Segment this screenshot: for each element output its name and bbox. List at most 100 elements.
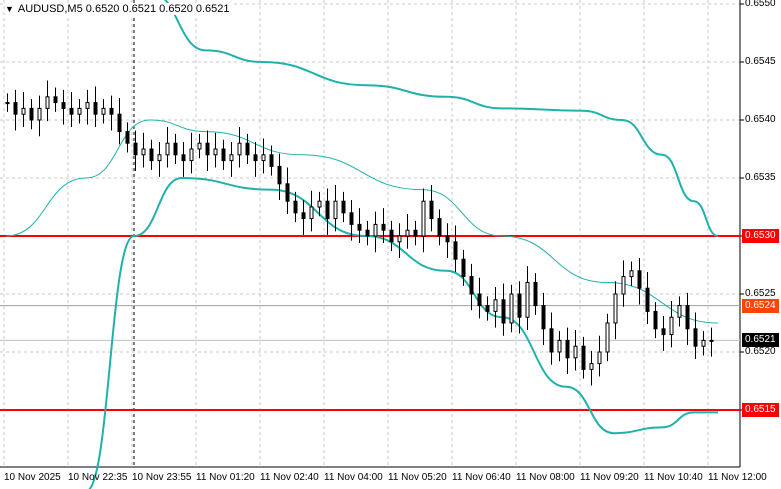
candle-body bbox=[37, 107, 42, 121]
candle-body bbox=[221, 148, 226, 162]
candle-body bbox=[101, 107, 106, 115]
x-tick-label: 10 Nov 2025 bbox=[4, 472, 61, 483]
candle-body bbox=[669, 316, 674, 336]
y-tick-label: 0.6545 bbox=[745, 56, 776, 67]
candle-body bbox=[173, 142, 178, 156]
x-tick-label: 11 Nov 01:20 bbox=[196, 472, 255, 483]
chart-title: ▼ AUDUSD,M5 0.6520 0.6521 0.6520 0.6521 bbox=[5, 3, 233, 15]
candle-body bbox=[165, 142, 170, 156]
symbol-label: AUDUSD,M5 bbox=[17, 3, 83, 15]
candle-body bbox=[285, 183, 290, 202]
price-chart[interactable] bbox=[0, 0, 781, 489]
candle-body bbox=[629, 270, 634, 278]
candle-body bbox=[509, 293, 514, 324]
candle-body bbox=[253, 154, 258, 162]
bollinger-middle-band bbox=[5, 119, 719, 324]
candle-body bbox=[205, 142, 210, 156]
candle-body bbox=[133, 142, 138, 156]
candle-body bbox=[485, 305, 490, 312]
candle-body bbox=[197, 142, 202, 150]
candle-body bbox=[277, 165, 282, 185]
candle-body bbox=[517, 293, 522, 318]
candle-body bbox=[21, 107, 26, 115]
x-tick-label: 11 Nov 05:20 bbox=[388, 472, 447, 483]
candle-body bbox=[461, 258, 466, 278]
candle-body bbox=[53, 96, 58, 104]
y-tick-label: 0.6540 bbox=[745, 114, 776, 125]
candle-body bbox=[213, 148, 218, 156]
candle-body bbox=[501, 299, 506, 324]
candle-body bbox=[349, 212, 354, 225]
candle-body bbox=[541, 305, 546, 330]
candle-body bbox=[261, 154, 266, 162]
x-tick-label: 11 Nov 02:40 bbox=[260, 472, 319, 483]
candle-body bbox=[605, 322, 610, 353]
candle-body bbox=[701, 339, 706, 347]
candle-body bbox=[405, 229, 410, 237]
candle-body bbox=[421, 200, 426, 237]
candle-body bbox=[581, 345, 586, 370]
candle-body bbox=[325, 200, 330, 220]
candle-body bbox=[621, 276, 626, 295]
candle-body bbox=[109, 107, 114, 115]
candle-body bbox=[445, 235, 450, 243]
candle-body bbox=[589, 363, 594, 370]
price-label: 0.6524 bbox=[742, 298, 779, 313]
x-tick-label: 11 Nov 10:40 bbox=[644, 472, 703, 483]
candle-body bbox=[149, 148, 154, 162]
candle-body bbox=[653, 310, 658, 330]
candle-body bbox=[317, 200, 322, 208]
candle-body bbox=[661, 328, 666, 336]
candle-body bbox=[685, 305, 690, 330]
candle-body bbox=[77, 107, 82, 115]
candle-body bbox=[557, 339, 562, 353]
candle-body bbox=[269, 154, 274, 167]
candle-body bbox=[69, 107, 74, 115]
candle-body bbox=[229, 154, 234, 162]
x-tick-label: 10 Nov 22:35 bbox=[68, 472, 128, 483]
candle-body bbox=[493, 299, 498, 312]
candle-body bbox=[141, 148, 146, 156]
candle-body bbox=[181, 154, 186, 162]
candle-body bbox=[125, 131, 130, 144]
candle-body bbox=[429, 200, 434, 220]
candle-body bbox=[309, 206, 314, 220]
price-label: 0.6530 bbox=[742, 229, 779, 243]
candle-body bbox=[45, 96, 50, 109]
candle-body bbox=[381, 223, 386, 231]
bollinger-lower-band bbox=[87, 176, 718, 489]
candle-body bbox=[13, 102, 18, 115]
price-label: 0.6515 bbox=[742, 403, 779, 417]
candle-body bbox=[709, 339, 714, 342]
x-tick-label: 11 Nov 06:40 bbox=[452, 472, 511, 483]
candle-body bbox=[573, 345, 578, 359]
bollinger-upper-band bbox=[163, 0, 719, 237]
chart-window[interactable]: ▼ AUDUSD,M5 0.6520 0.6521 0.6520 0.6521 0… bbox=[0, 0, 781, 489]
candle-body bbox=[245, 142, 250, 156]
candle-body bbox=[189, 148, 194, 162]
candle-body bbox=[93, 102, 98, 115]
candle-body bbox=[29, 107, 34, 121]
candle-body bbox=[85, 102, 90, 109]
dropdown-triangle-icon[interactable]: ▼ bbox=[5, 4, 14, 14]
candle-body bbox=[525, 281, 530, 318]
candle-body bbox=[61, 102, 66, 109]
x-tick-label: 11 Nov 04:00 bbox=[324, 472, 383, 483]
candle-body bbox=[301, 212, 306, 220]
candle-body bbox=[677, 305, 682, 318]
candle-body bbox=[637, 270, 642, 289]
candle-body bbox=[397, 235, 402, 243]
candle-body bbox=[357, 223, 362, 231]
candle-body bbox=[549, 328, 554, 353]
candle-body bbox=[5, 102, 10, 105]
x-tick-label: 11 Nov 09:20 bbox=[580, 472, 639, 483]
candle-body bbox=[237, 142, 242, 156]
candle-body bbox=[293, 200, 298, 214]
candle-body bbox=[613, 293, 618, 324]
candle-body bbox=[453, 241, 458, 260]
candle-body bbox=[565, 339, 570, 359]
y-tick-label: 0.6550 bbox=[745, 0, 776, 9]
candle-body bbox=[157, 154, 162, 162]
x-tick-label: 10 Nov 23:55 bbox=[132, 472, 192, 483]
candle-body bbox=[373, 223, 378, 237]
